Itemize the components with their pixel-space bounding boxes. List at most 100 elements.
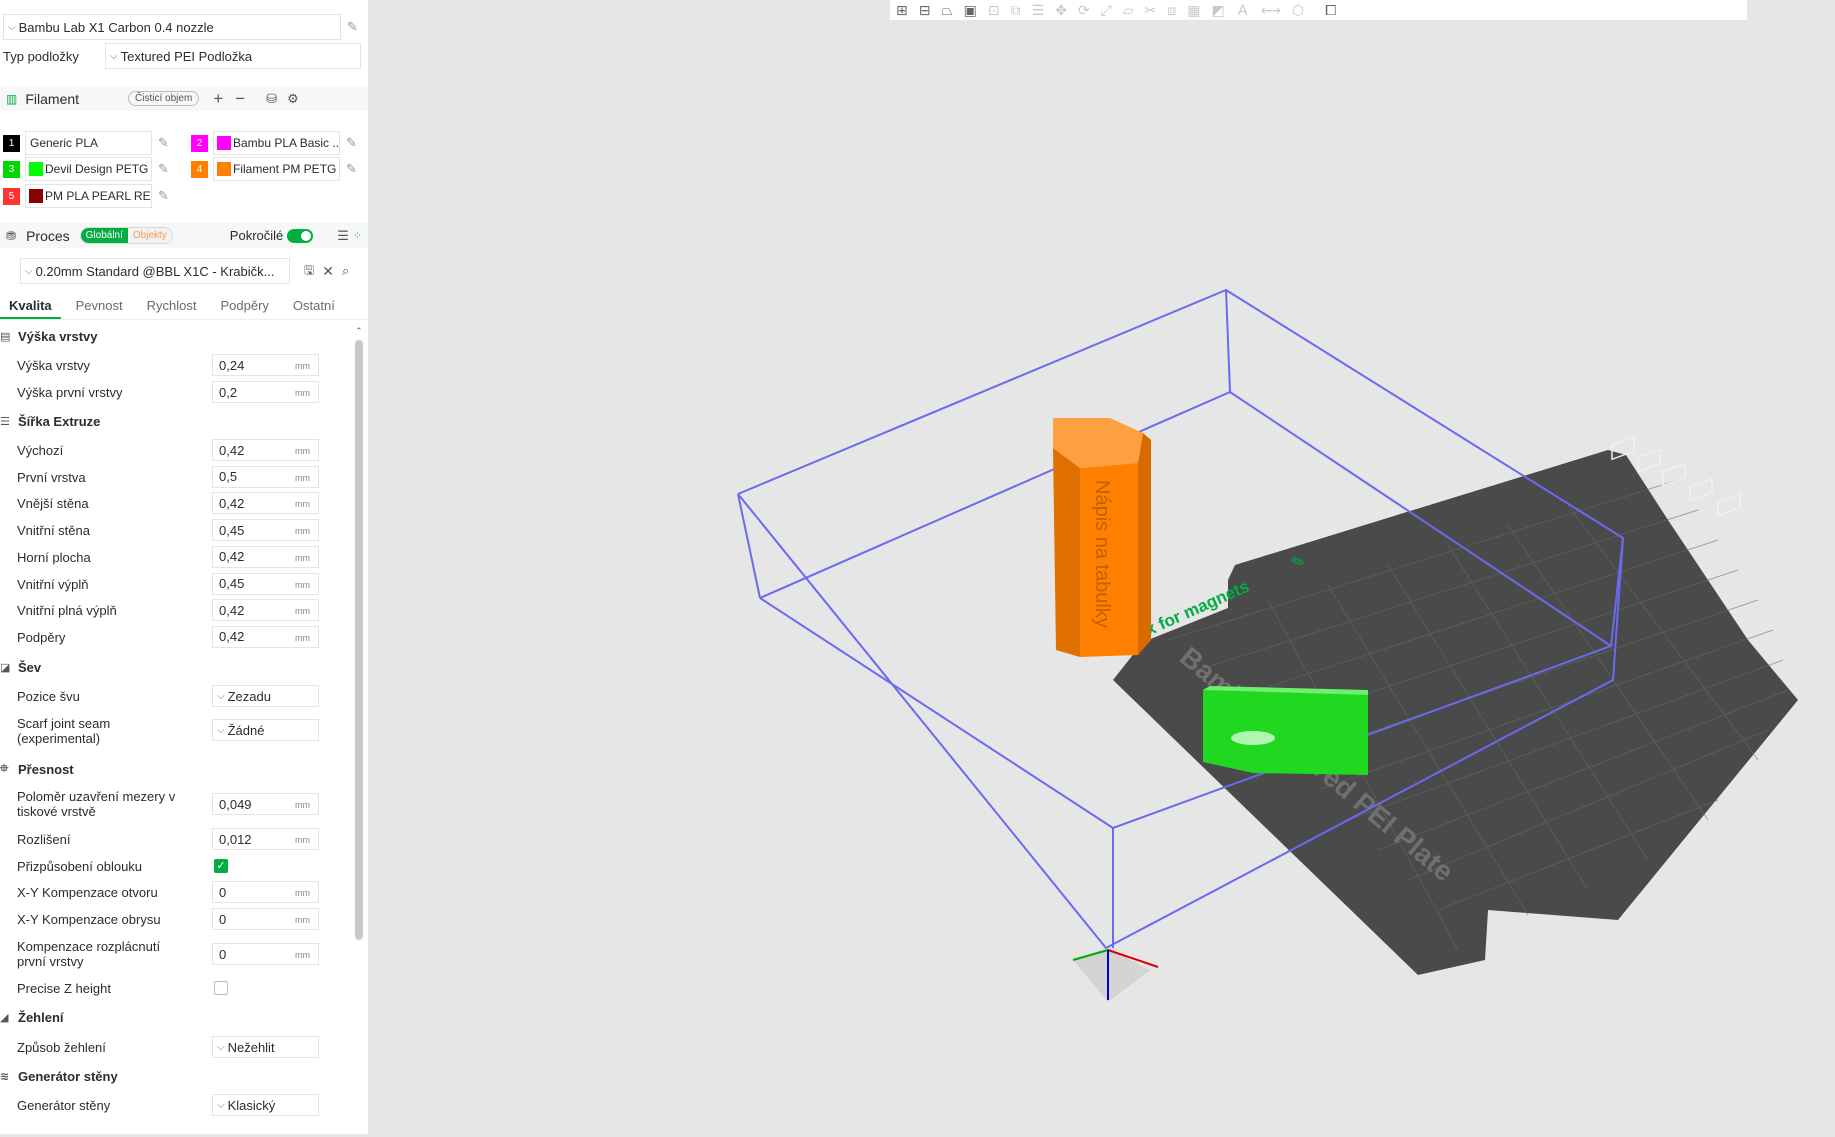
advanced-switch[interactable] [287, 228, 314, 243]
filament-item[interactable]: 5 PM PLA PEARL RED ✎ [0, 184, 180, 208]
filament-slot-number[interactable]: 5 [3, 187, 20, 205]
edit-filament-icon[interactable]: ✎ [346, 161, 357, 177]
filament-color-swatch[interactable] [29, 189, 43, 203]
filament-item[interactable]: 3 Devil Design PETG ... ✎ [0, 157, 180, 181]
filament-color-swatch[interactable] [217, 162, 231, 176]
param-input[interactable]: 0,42 mm [212, 492, 319, 515]
filament-select[interactable]: Generic PLA [25, 131, 152, 155]
settings-scrollbar[interactable]: ⌃ [352, 326, 366, 1134]
wall-generator-select[interactable]: ⌵ Klasický [212, 1094, 319, 1116]
filament-slot-number[interactable]: 4 [191, 160, 208, 178]
layers-icon[interactable]: ☰ [1032, 2, 1045, 19]
text-icon[interactable]: Ａ [1236, 0, 1250, 20]
add-object-icon[interactable]: ⊞ [896, 2, 908, 19]
edit-filament-icon[interactable]: ✎ [158, 135, 169, 151]
xy-hole-input[interactable]: 0 mm [212, 881, 319, 903]
slice-closing-input[interactable]: 0,049 mm [212, 793, 319, 815]
rotate-icon[interactable]: ⟳ [1078, 2, 1090, 19]
process-preset-select[interactable]: ⌵ 0.20mm Standard @BBL X1C - Krabičk... [20, 258, 290, 284]
compare-icon[interactable]: ⁘ [353, 229, 362, 242]
filament-slot-number[interactable]: 1 [3, 134, 20, 152]
add-filament-icon[interactable]: + [213, 89, 223, 109]
filament-color-swatch[interactable] [217, 136, 231, 150]
seam-paint-icon[interactable]: ◩ [1212, 2, 1225, 19]
tab-support[interactable]: Podpěry [211, 296, 277, 319]
plate-type-select[interactable]: ⌵ Textured PEI Podložka [105, 43, 361, 69]
plate-orient-icon[interactable] [1662, 462, 1686, 487]
move-icon[interactable]: ✥ [1055, 2, 1067, 19]
filament-select[interactable]: Filament PM PETG ... [213, 157, 340, 181]
tab-quality[interactable]: Kvalita [0, 296, 61, 319]
scene-canvas[interactable]: Bambu Textured PEI Plate Box for magnets… [368, 0, 1835, 1134]
tab-others[interactable]: Ostatní [284, 296, 344, 319]
3d-viewport[interactable]: Bambu Textured PEI Plate Box for magnets… [368, 0, 1835, 1134]
param-input[interactable]: 0,42 mm [212, 625, 319, 648]
split-parts-icon[interactable]: ⧉ [1011, 2, 1021, 19]
ironing-type-select[interactable]: ⌵ Nežehlit [212, 1036, 319, 1058]
filament-slot-number[interactable]: 2 [191, 134, 208, 152]
auto-orient-icon[interactable]: ⏢ [941, 2, 952, 19]
tab-strength[interactable]: Pevnost [67, 296, 132, 319]
assembly-icon[interactable]: ⬡ [1292, 2, 1304, 19]
param-input[interactable]: 0,42 mm [212, 599, 319, 622]
view-icon[interactable]: ⧠ [1325, 2, 1336, 19]
filament-select[interactable]: PM PLA PEARL RED [25, 184, 152, 208]
scroll-thumb[interactable] [355, 340, 363, 940]
edit-filament-icon[interactable]: ✎ [158, 161, 169, 177]
elephant-foot-input[interactable]: 0 mm [212, 943, 319, 965]
scale-icon[interactable]: ⤢ [1101, 2, 1112, 19]
param-input[interactable]: 0,5 mm [212, 465, 319, 488]
green-part-object[interactable] [1203, 686, 1368, 775]
scroll-up-icon[interactable]: ⌃ [355, 326, 363, 337]
lay-on-face-icon[interactable]: ⏥ [1123, 2, 1134, 19]
filament-color-swatch[interactable] [29, 162, 43, 176]
precise-z-checkbox[interactable] [214, 981, 228, 995]
global-tab[interactable]: Globální [80, 228, 128, 243]
chevron-down-icon: ⌵ [217, 1099, 225, 1111]
arc-fitting-checkbox[interactable]: ✓ [214, 859, 228, 873]
filament-slot-number[interactable]: 3 [3, 160, 20, 178]
add-plate-icon[interactable]: ⊟ [919, 2, 931, 19]
split-objects-icon[interactable]: ⊡ [988, 2, 1000, 19]
global-objects-toggle[interactable]: Globální Objekty [79, 227, 173, 244]
filament-item[interactable]: 2 Bambu PLA Basic ... ✎ [188, 131, 368, 155]
search-icon[interactable]: ⌕ [342, 263, 349, 279]
list-view-icon[interactable]: ☰ [337, 228, 349, 244]
plate-settings-icon[interactable] [1717, 492, 1741, 517]
sync-ams-icon[interactable]: ⛁ [266, 91, 277, 107]
param-input[interactable]: 0,24 mm [212, 354, 319, 376]
edit-filament-icon[interactable]: ✎ [158, 188, 169, 204]
xy-contour-input[interactable]: 0 mm [212, 908, 319, 930]
remove-filament-icon[interactable]: − [235, 89, 245, 109]
cut-icon[interactable]: ✂ [1145, 2, 1157, 19]
orange-tower-object[interactable]: Nápis na tabulky [1053, 418, 1151, 657]
edit-printer-icon[interactable]: ✎ [347, 19, 358, 35]
filament-select[interactable]: Bambu PLA Basic ... [213, 131, 340, 155]
support-paint-icon[interactable]: ▦ [1187, 2, 1200, 19]
filament-select[interactable]: Devil Design PETG ... [25, 157, 152, 181]
printer-select[interactable]: ⌵ Bambu Lab X1 Carbon 0.4 nozzle [3, 14, 341, 40]
plate-lock-icon[interactable] [1689, 477, 1713, 502]
seam-position-select[interactable]: ⌵ Zezadu [212, 685, 319, 707]
scarf-seam-select[interactable]: ⌵ Žádné [212, 719, 319, 741]
param-input[interactable]: 0,45 mm [212, 519, 319, 542]
param-input[interactable]: 0,42 mm [212, 545, 319, 568]
arrange-icon[interactable]: ▣ [964, 2, 977, 19]
edit-filament-icon[interactable]: ✎ [346, 135, 357, 151]
plate-arrange-icon[interactable] [1637, 448, 1661, 473]
save-preset-icon[interactable]: 🖫 [304, 261, 314, 282]
filament-item[interactable]: 1 Generic PLA ✎ [0, 131, 180, 155]
close-icon[interactable]: ✕ [322, 263, 334, 280]
param-input[interactable]: 0,42 mm [212, 439, 319, 461]
param-input[interactable]: 0,2 mm [212, 381, 319, 403]
purge-volume-button[interactable]: Čisticí objem [128, 91, 200, 106]
filament-item[interactable]: 4 Filament PM PETG ... ✎ [188, 157, 368, 181]
measure-icon[interactable]: ⟷ [1261, 2, 1281, 19]
objects-tab[interactable]: Objekty [127, 228, 172, 243]
param-input[interactable]: 0,45 mm [212, 572, 319, 595]
tab-speed[interactable]: Rychlost [138, 296, 206, 319]
process-preset-value: 0.20mm Standard @BBL X1C - Krabičk... [35, 263, 275, 279]
settings-gear-icon[interactable]: ⚙ [287, 91, 299, 107]
resolution-input[interactable]: 0,012 mm [212, 828, 319, 850]
boolean-icon[interactable]: ⧈ [1167, 2, 1176, 19]
